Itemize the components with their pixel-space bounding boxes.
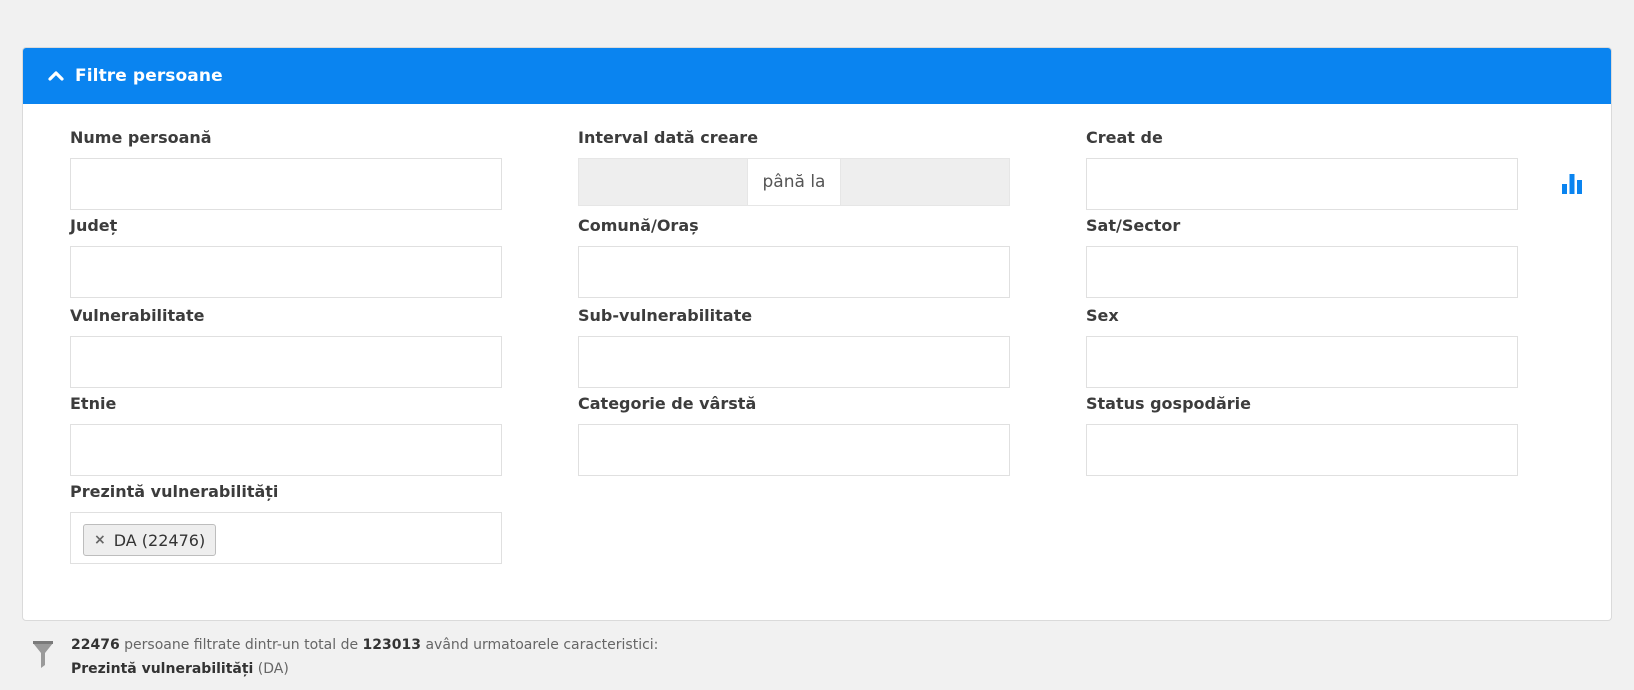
status-gospodarie-select[interactable]: [1086, 424, 1518, 476]
date-from-input[interactable]: [578, 158, 748, 206]
etnie-label: Etnie: [70, 394, 117, 413]
nume-persoana-label: Nume persoană: [70, 128, 212, 147]
interval-data-creare-label: Interval dată creare: [578, 128, 759, 147]
selected-tag: × DA (22476): [83, 524, 217, 556]
prezinta-vulnerabilitati-select[interactable]: × DA (22476): [70, 512, 502, 564]
bar-chart-icon[interactable]: [1561, 172, 1583, 194]
sub-vulnerabilitate-label: Sub-vulnerabilitate: [578, 306, 753, 325]
filtered-count: 22476: [71, 637, 120, 653]
comuna-oras-label: Comună/Oraș: [578, 216, 699, 235]
total-count: 123013: [362, 637, 421, 653]
funnel-icon: [33, 641, 53, 668]
judet-label: Județ: [70, 216, 118, 235]
filters-panel: Filtre persoane Nume persoană Interval d…: [22, 47, 1612, 621]
vulnerabilitate-label: Vulnerabilitate: [70, 306, 205, 325]
criteria-value: (DA): [253, 661, 289, 677]
sex-label: Sex: [1086, 306, 1119, 325]
prezinta-vulnerabilitati-label: Prezintă vulnerabilități: [70, 482, 279, 501]
sat-sector-select[interactable]: [1086, 246, 1518, 298]
sat-sector-label: Sat/Sector: [1086, 216, 1181, 235]
summary-text-b: având urmatoarele caracteristici:: [421, 637, 659, 653]
remove-tag-icon[interactable]: ×: [94, 532, 106, 548]
selected-tag-label: DA (22476): [113, 530, 206, 550]
sex-select[interactable]: [1086, 336, 1518, 388]
judet-select[interactable]: [70, 246, 502, 298]
categorie-varsta-label: Categorie de vârstă: [578, 394, 757, 413]
creat-de-label: Creat de: [1086, 128, 1163, 147]
date-range-separator: până la: [748, 158, 840, 206]
criteria-name: Prezintă vulnerabilități: [71, 661, 254, 677]
status-gospodarie-label: Status gospodărie: [1086, 394, 1251, 413]
nume-persoana-input[interactable]: [70, 158, 502, 210]
panel-header[interactable]: Filtre persoane: [23, 48, 1611, 104]
categorie-varsta-select[interactable]: [578, 424, 1010, 476]
etnie-select[interactable]: [70, 424, 502, 476]
summary-line-2: Prezintă vulnerabilități (DA): [71, 661, 289, 677]
comuna-oras-select[interactable]: [578, 246, 1010, 298]
date-to-input[interactable]: [840, 158, 1010, 206]
summary-text-a: persoane filtrate dintr-un total de: [119, 637, 363, 653]
vulnerabilitate-select[interactable]: [70, 336, 502, 388]
panel-title: Filtre persoane: [75, 66, 223, 86]
creat-de-input[interactable]: [1086, 158, 1518, 210]
sub-vulnerabilitate-select[interactable]: [578, 336, 1010, 388]
date-range: până la: [578, 158, 1010, 206]
summary-line-1: 22476 persoane filtrate dintr-un total d…: [71, 637, 658, 653]
chevron-up-icon[interactable]: [47, 67, 65, 85]
